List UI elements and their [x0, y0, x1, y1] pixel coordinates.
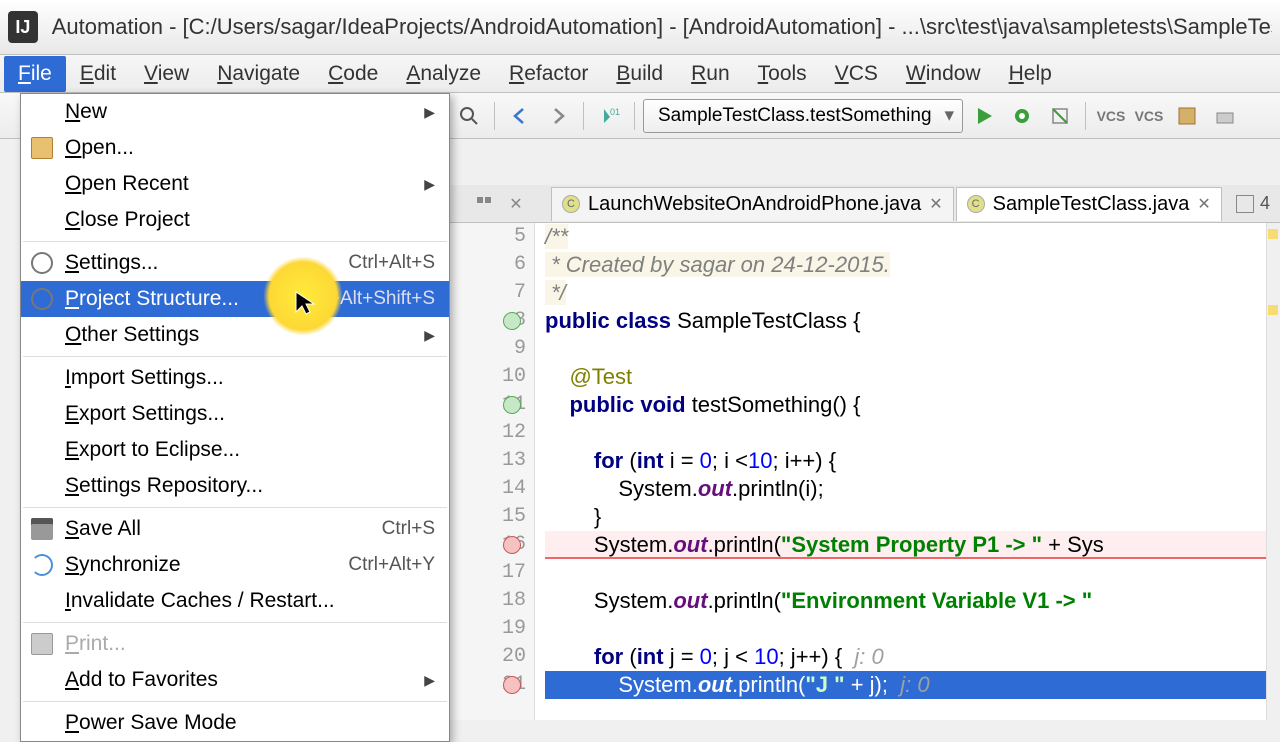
save-icon [31, 518, 53, 540]
folder-icon [31, 137, 53, 159]
file-menu-close-project[interactable]: Close Project [21, 202, 449, 238]
window-title: Automation - [C:/Users/sagar/IdeaProject… [52, 14, 1272, 40]
run-config-label: SampleTestClass.testSomething [658, 105, 932, 127]
run-button[interactable] [967, 99, 1001, 133]
menu-view[interactable]: View [130, 56, 203, 92]
menu-edit[interactable]: Edit [66, 56, 130, 92]
file-menu-export-to-eclipse-[interactable]: Export to Eclipse... [21, 432, 449, 468]
tab-sampletestclass-java[interactable]: CSampleTestClass.java✕ [956, 187, 1222, 221]
forward-button[interactable] [541, 99, 575, 133]
vcs-icon[interactable]: VCS [1094, 99, 1128, 133]
file-menu-export-settings-[interactable]: Export Settings... [21, 396, 449, 432]
editor-tabs: ✕ CLaunchWebsiteOnAndroidPhone.java✕CSam… [445, 185, 1280, 223]
debug-button[interactable] [1005, 99, 1039, 133]
menu-code[interactable]: Code [314, 56, 392, 92]
submenu-arrow-icon: ▶ [424, 104, 435, 121]
split-icon[interactable] [1236, 195, 1254, 213]
menu-analyze[interactable]: Analyze [392, 56, 495, 92]
file-menu-synchronize[interactable]: SynchronizeCtrl+Alt+Y [21, 547, 449, 583]
close-tab-icon[interactable]: ✕ [1197, 194, 1210, 214]
tab-launchwebsiteonandroidphone-java[interactable]: CLaunchWebsiteOnAndroidPhone.java✕ [551, 187, 954, 221]
make-button[interactable]: 01 [592, 99, 626, 133]
project-structure-icon[interactable] [1170, 99, 1204, 133]
file-menu-other-settings[interactable]: Other Settings▶ [21, 317, 449, 353]
file-menu-save-all[interactable]: Save AllCtrl+S [21, 511, 449, 547]
coverage-button[interactable] [1043, 99, 1077, 133]
vcs-update-icon[interactable]: VCS [1132, 99, 1166, 133]
app-icon: IJ [8, 11, 38, 43]
close-panel-icon[interactable]: ✕ [503, 191, 529, 217]
gutter: 56789101112131415161718192021 [445, 223, 535, 720]
menu-navigate[interactable]: Navigate [203, 56, 314, 92]
gear-icon [31, 252, 53, 274]
file-menu-open-[interactable]: Open... [21, 130, 449, 166]
file-menu-settings-[interactable]: Settings...Ctrl+Alt+S [21, 245, 449, 281]
menubar: FileEditViewNavigateCodeAnalyzeRefactorB… [0, 55, 1280, 93]
menu-window[interactable]: Window [892, 56, 995, 92]
file-menu-dropdown: New▶Open...Open Recent▶Close Project Sett… [20, 93, 450, 742]
file-menu-project-structure-[interactable]: Project Structure...Ctrl+Alt+Shift+S [21, 281, 449, 317]
menu-file[interactable]: File [4, 56, 66, 92]
file-menu-import-settings-[interactable]: Import Settings... [21, 360, 449, 396]
search-icon[interactable] [452, 99, 486, 133]
menu-help[interactable]: Help [995, 56, 1066, 92]
close-tab-icon[interactable]: ✕ [929, 194, 942, 214]
structure-icon[interactable] [471, 191, 497, 217]
file-menu-new[interactable]: New▶ [21, 94, 449, 130]
back-button[interactable] [503, 99, 537, 133]
java-file-icon: C [967, 195, 985, 213]
file-menu-settings-repository-[interactable]: Settings Repository... [21, 468, 449, 504]
file-menu-add-to-favorites[interactable]: Add to Favorites▶ [21, 662, 449, 698]
settings-icon[interactable] [1208, 99, 1242, 133]
file-menu-power-save-mode[interactable]: Power Save Mode [21, 705, 449, 741]
submenu-arrow-icon: ▶ [424, 672, 435, 689]
print-icon [31, 633, 53, 655]
submenu-arrow-icon: ▶ [424, 327, 435, 344]
sync-icon [31, 554, 53, 576]
menu-tools[interactable]: Tools [744, 56, 821, 92]
java-file-icon: C [562, 195, 580, 213]
code-editor[interactable]: 56789101112131415161718192021 /** * Crea… [445, 223, 1280, 720]
menu-run[interactable]: Run [677, 56, 744, 92]
titlebar: IJ Automation - [C:/Users/sagar/IdeaProj… [0, 0, 1280, 55]
menu-build[interactable]: Build [602, 56, 677, 92]
submenu-arrow-icon: ▶ [424, 176, 435, 193]
run-configuration-select[interactable]: SampleTestClass.testSomething [643, 99, 963, 133]
svg-text:01: 01 [610, 107, 620, 117]
file-menu-open-recent[interactable]: Open Recent▶ [21, 166, 449, 202]
file-menu-invalidate-caches-restart-[interactable]: Invalidate Caches / Restart... [21, 583, 449, 619]
menu-vcs[interactable]: VCS [821, 56, 892, 92]
menu-refactor[interactable]: Refactor [495, 56, 602, 92]
gear-icon [31, 288, 53, 310]
error-stripe [1266, 223, 1280, 720]
hidden-tabs-count[interactable]: 4 [1260, 193, 1270, 214]
code-content[interactable]: /** * Created by sagar on 24-12-2015. */… [535, 223, 1280, 720]
file-menu-print-: Print... [21, 626, 449, 662]
